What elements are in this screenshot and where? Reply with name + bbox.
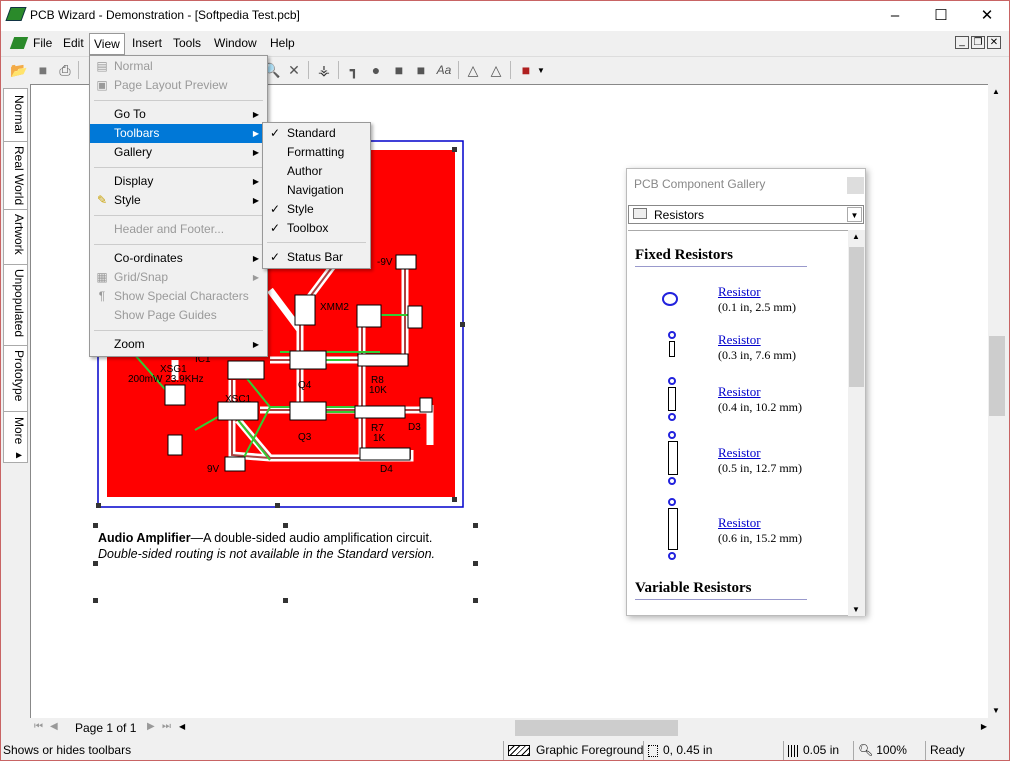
grid-icon: ▦ xyxy=(96,270,108,284)
label-xmm2: XMM2 xyxy=(320,302,349,313)
gallery-scrollbar[interactable]: ▲ ▼ xyxy=(848,230,865,616)
gallery-close-button[interactable] xyxy=(847,177,864,194)
submenu-arrow-icon: ▶ xyxy=(252,110,259,119)
submenu-arrow-icon: ▶ xyxy=(252,177,259,186)
view-menu: ▤ Normal ▣ Page Layout Preview Go To ▶ Tool… xyxy=(89,55,268,357)
submenu-item-author[interactable]: Author xyxy=(263,162,370,181)
pilcrow-icon: ¶ xyxy=(98,289,106,303)
submenu-item-style[interactable]: ✓ Style xyxy=(263,200,370,219)
submenu-arrow-icon: ▶ xyxy=(252,340,259,349)
section-heading: Variable Resistors xyxy=(635,580,807,600)
gallery-item[interactable]: Resistor (0.6 in, 15.2 mm) xyxy=(718,515,802,546)
gallery-item[interactable]: Resistor (0.1 in, 2.5 mm) xyxy=(718,284,796,315)
menu-item-zoom[interactable]: Zoom ▶ xyxy=(90,335,267,354)
label-q3: Q3 xyxy=(298,432,312,443)
submenu-item-formatting[interactable]: Formatting xyxy=(263,143,370,162)
resistor-footprint-icon[interactable] xyxy=(662,292,678,306)
menu-item-show-special-characters[interactable]: ¶ Show Special Characters xyxy=(90,287,267,306)
caption-body: —A double-sided audio amplification circ… xyxy=(190,531,433,545)
resistor-footprint-icon[interactable] xyxy=(668,431,678,487)
menu-item-gallery[interactable]: Gallery ▶ xyxy=(90,143,267,162)
scrollbar-thumb[interactable] xyxy=(849,247,864,387)
submenu-arrow-icon: ▶ xyxy=(252,148,259,157)
submenu-item-status-bar[interactable]: ✓ Status Bar xyxy=(263,248,370,267)
submenu-item-standard[interactable]: ✓ Standard xyxy=(263,124,370,143)
category-dropdown[interactable]: Resistors ▼ xyxy=(628,205,864,224)
component-gallery-panel: PCB Component Gallery Resistors ▼ Fixed … xyxy=(626,168,866,616)
toolbars-submenu: ✓ Standard Formatting Author Navigation ✓… xyxy=(262,122,371,269)
submenu-item-navigation[interactable]: Navigation xyxy=(263,181,370,200)
menu-item-coordinates[interactable]: Co-ordinates ▶ xyxy=(90,249,267,268)
check-icon: ✓ xyxy=(269,221,281,235)
label-d4: D4 xyxy=(380,464,393,475)
menu-item-show-page-guides[interactable]: Show Page Guides xyxy=(90,306,267,325)
menu-item-toolbars[interactable]: Toolbars ▶ xyxy=(90,124,267,143)
gallery-item[interactable]: Resistor (0.4 in, 10.2 mm) xyxy=(718,384,802,415)
dropdown-arrow-icon[interactable]: ▼ xyxy=(847,207,862,222)
label-q4: Q4 xyxy=(298,380,312,391)
category-value: Resistors xyxy=(654,208,705,222)
caption-note: Double-sided routing is not available in… xyxy=(98,547,436,561)
menu-item-page-layout-preview[interactable]: ▣ Page Layout Preview xyxy=(90,76,267,95)
submenu-arrow-icon: ▶ xyxy=(252,129,259,138)
menu-item-normal[interactable]: ▤ Normal xyxy=(90,57,267,76)
normal-view-icon: ▤ xyxy=(96,59,108,73)
menu-item-grid-snap[interactable]: ▦ Grid/Snap ▶ xyxy=(90,268,267,287)
gallery-item[interactable]: Resistor (0.3 in, 7.6 mm) xyxy=(718,332,796,363)
gallery-list: Fixed Resistors Resistor (0.1 in, 2.5 mm)… xyxy=(628,230,848,616)
section-heading: Fixed Resistors xyxy=(635,247,807,267)
page-layout-icon: ▣ xyxy=(96,78,108,92)
label-xsc1: XSC1 xyxy=(225,394,252,405)
caption-title: Audio Amplifier xyxy=(98,531,191,545)
caption-block[interactable]: Audio Amplifier—A double-sided audio amp… xyxy=(98,531,478,561)
label-neg9v: -9V xyxy=(377,257,393,268)
brush-icon: ✎ xyxy=(96,193,108,207)
menu-item-go-to[interactable]: Go To ▶ xyxy=(90,105,267,124)
resistor-footprint-icon[interactable] xyxy=(668,498,678,560)
check-icon: ✓ xyxy=(269,202,281,216)
label-d3: D3 xyxy=(408,422,421,433)
resistor-footprint-icon[interactable] xyxy=(668,331,676,365)
submenu-arrow-icon: ▶ xyxy=(252,273,259,282)
label-9v: 9V xyxy=(207,464,220,475)
label-xsg1-spec: 200mW 23.9KHz xyxy=(128,374,204,385)
submenu-arrow-icon: ▶ xyxy=(252,254,259,263)
gallery-item[interactable]: Resistor (0.5 in, 12.7 mm) xyxy=(718,445,802,476)
label-r8-value: 10K xyxy=(369,385,387,396)
label-r7-value: 1K xyxy=(373,433,386,444)
menu-item-display[interactable]: Display ▶ xyxy=(90,172,267,191)
submenu-arrow-icon: ▶ xyxy=(252,196,259,205)
folder-icon xyxy=(633,208,647,219)
check-icon: ✓ xyxy=(269,126,281,140)
submenu-item-toolbox[interactable]: ✓ Toolbox xyxy=(263,219,370,238)
menu-item-header-footer[interactable]: Header and Footer... xyxy=(90,220,267,239)
check-icon: ✓ xyxy=(269,250,281,264)
resistor-footprint-icon[interactable] xyxy=(668,377,676,423)
gallery-title: PCB Component Gallery xyxy=(634,177,766,191)
menu-item-style[interactable]: ✎ Style ▶ xyxy=(90,191,267,210)
